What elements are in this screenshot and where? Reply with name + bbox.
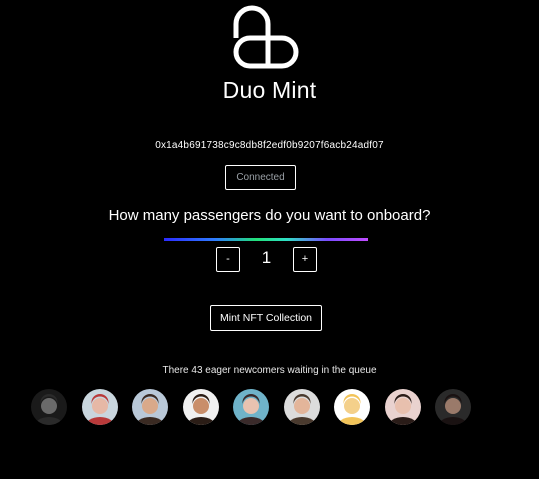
increment-button[interactable]: + bbox=[293, 247, 317, 272]
avatar-photo-icon bbox=[183, 389, 219, 425]
avatar-5[interactable] bbox=[233, 389, 269, 425]
avatar-4[interactable] bbox=[183, 389, 219, 425]
avatar-6[interactable] bbox=[284, 389, 320, 425]
gradient-divider bbox=[164, 238, 368, 241]
avatar-7[interactable] bbox=[334, 389, 370, 425]
avatar-photo-icon bbox=[385, 389, 421, 425]
avatar-3[interactable] bbox=[132, 389, 168, 425]
queue-status-text: There 43 eager newcomers waiting in the … bbox=[162, 365, 377, 376]
avatar-photo-icon bbox=[334, 389, 370, 425]
brand-title: Duo Mint bbox=[222, 77, 317, 103]
avatar-8[interactable] bbox=[385, 389, 421, 425]
decrement-button[interactable]: - bbox=[216, 247, 240, 272]
avatar-photo-icon bbox=[233, 389, 269, 425]
duo-mint-logo-icon bbox=[233, 5, 299, 69]
avatar-photo-icon bbox=[435, 389, 471, 425]
passenger-question: How many passengers do you want to onboa… bbox=[108, 207, 431, 224]
avatar-photo-icon bbox=[31, 389, 67, 425]
avatar-9[interactable] bbox=[435, 389, 471, 425]
avatar-2[interactable] bbox=[82, 389, 118, 425]
avatar-photo-icon bbox=[82, 389, 118, 425]
mint-nft-button[interactable]: Mint NFT Collection bbox=[210, 305, 322, 331]
quantity-value: 1 bbox=[261, 248, 272, 267]
avatar-photo-icon bbox=[132, 389, 168, 425]
connected-button[interactable]: Connected bbox=[225, 165, 296, 190]
avatar-photo-icon bbox=[284, 389, 320, 425]
avatar-1[interactable] bbox=[31, 389, 67, 425]
queue-avatar-row bbox=[0, 389, 539, 427]
wallet-address: 0x1a4b691738c9c8db8f2edf0b9207f6acb24adf… bbox=[155, 140, 384, 151]
mint-page: Duo Mint 0x1a4b691738c9c8db8f2edf0b9207f… bbox=[0, 0, 539, 479]
